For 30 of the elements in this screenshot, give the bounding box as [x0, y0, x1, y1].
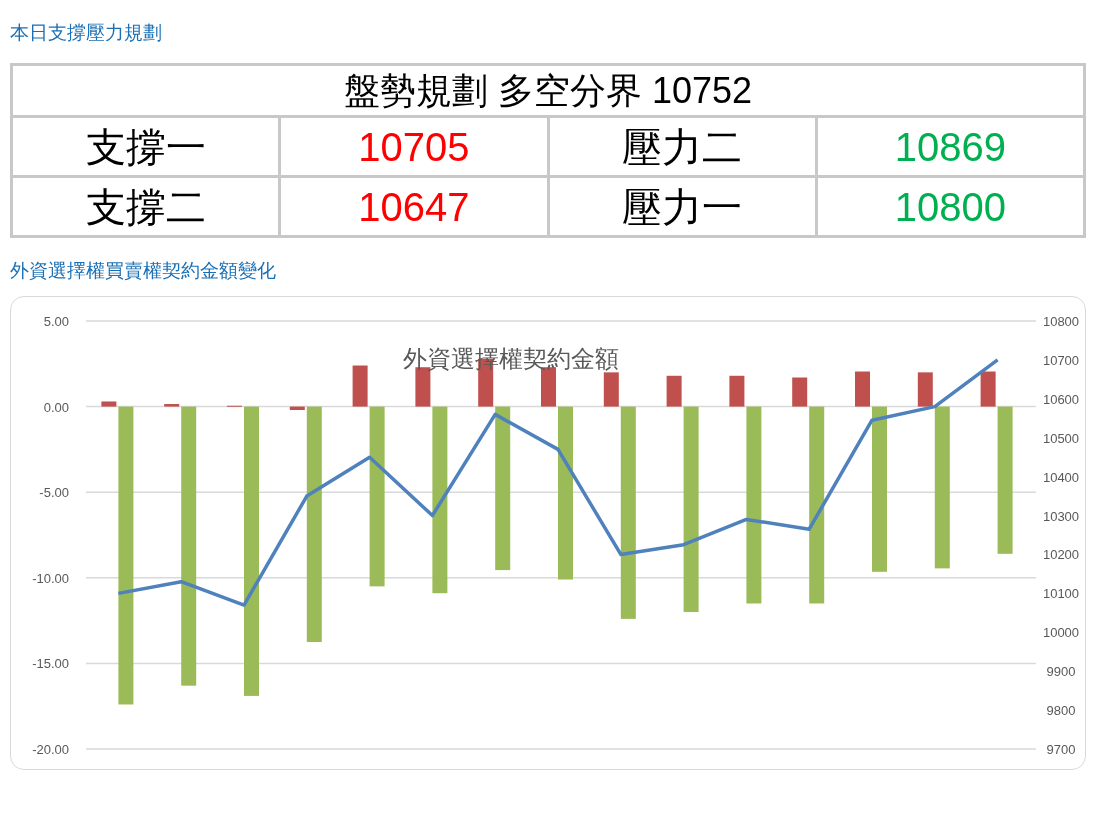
axis-tick-label: -15.00	[32, 656, 69, 672]
axis-tick-label: -5.00	[39, 485, 69, 501]
table-cell: 10800	[816, 176, 1085, 237]
axis-tick-label: 9700	[1046, 742, 1076, 757]
axis-tick-label: 10100	[1042, 586, 1080, 602]
table-cell: 支撐二	[11, 176, 280, 237]
bar	[855, 371, 870, 407]
axis-tick-label: 5.00	[43, 314, 69, 329]
section-heading: 外資選擇權買賣權契約金額變化	[10, 259, 276, 283]
axis-tick-label: 10000	[1042, 625, 1080, 641]
table-title: 盤勢規劃 多空分界 10752	[343, 69, 753, 111]
section-heading: 本日支撐壓力規劃	[10, 21, 162, 45]
axis-tick-label: -10.00	[32, 570, 69, 586]
table-cell: 壓力二	[548, 116, 817, 177]
axis-tick-label: 0.00	[43, 399, 69, 415]
axis-tick-label: 10400	[1042, 469, 1080, 485]
axis-tick-label: 10200	[1042, 547, 1080, 563]
table-cell: 10647	[279, 176, 548, 237]
axis-tick-label: 10500	[1042, 430, 1080, 446]
table-cell: 10869	[816, 116, 1085, 177]
table-cell: 10705	[279, 116, 548, 177]
axis-tick-label: 9900	[1046, 664, 1076, 680]
axis-tick-label: 9800	[1046, 703, 1076, 719]
axis-tick-label: 10700	[1042, 352, 1080, 368]
axis-tick-label: 10600	[1042, 391, 1080, 407]
table-cell: 支撐一	[11, 116, 280, 177]
axis-tick-label: -20.00	[32, 742, 69, 757]
axis-tick-label: 10800	[1042, 314, 1080, 329]
axis-tick-label: 10300	[1042, 508, 1080, 524]
table-cell: 壓力一	[548, 176, 817, 237]
